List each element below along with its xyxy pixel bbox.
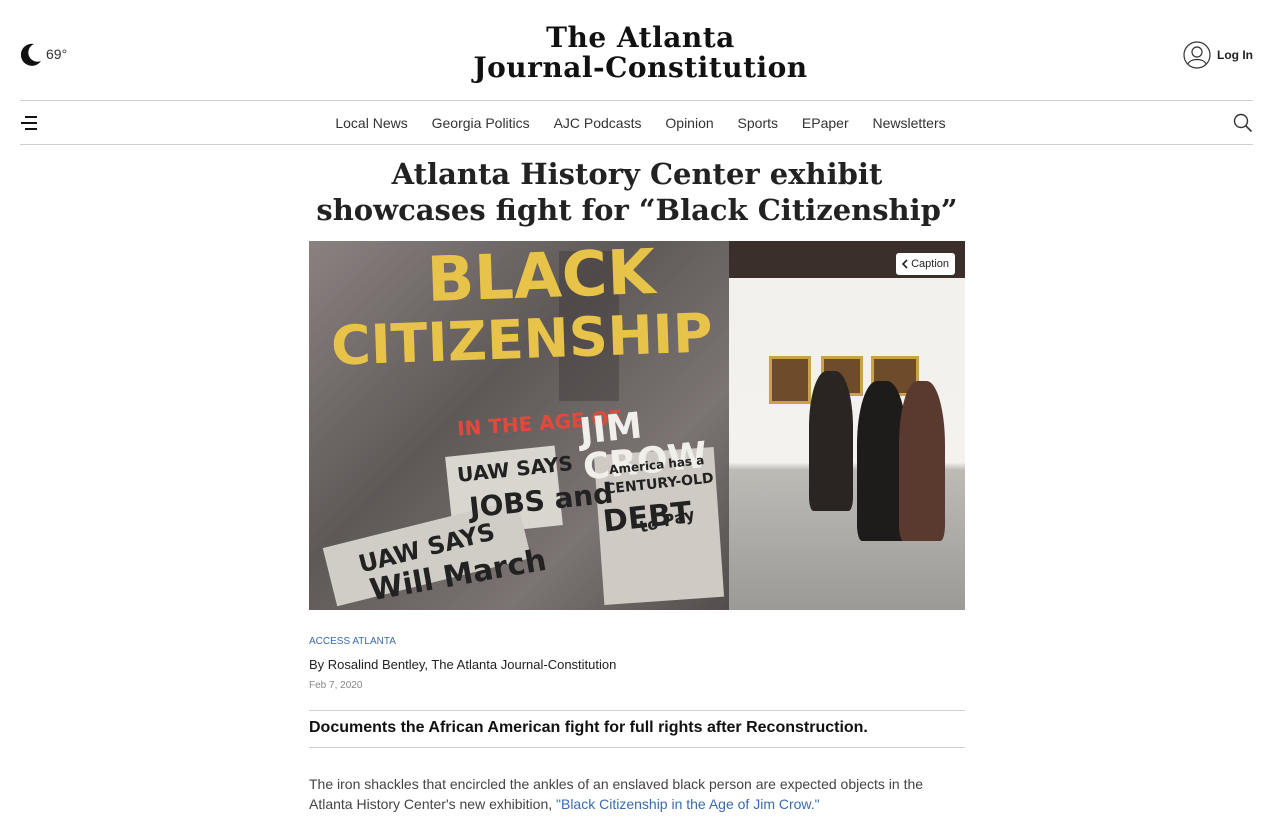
main-nav: Local News Georgia Politics AJC Podcasts…	[0, 101, 1281, 144]
nav-sports[interactable]: Sports	[738, 115, 778, 131]
site-header: 69° The Atlanta Journal-Constitution Log…	[0, 0, 1281, 100]
nav-georgia-politics[interactable]: Georgia Politics	[432, 115, 530, 131]
article-headline: Atlanta History Center exhibit showcases…	[316, 157, 958, 227]
lead-photo[interactable]: BLACK CITIZENSHIP IN THE AGE OF JIM CROW…	[309, 241, 965, 610]
subhead-bottom-rule	[309, 747, 965, 748]
sign-black: BLACK	[425, 241, 657, 316]
logo-line-1: The Atlanta	[546, 21, 735, 54]
nav-epaper[interactable]: EPaper	[802, 115, 849, 131]
sign-jim-crow: JIM CROW	[577, 405, 710, 489]
section-label[interactable]: ACCESS ATLANTA	[309, 636, 396, 647]
search-icon	[1233, 113, 1253, 133]
nav-newsletters[interactable]: Newsletters	[873, 115, 946, 131]
exhibit-signs: BLACK CITIZENSHIP IN THE AGE OF JIM CROW…	[309, 241, 749, 610]
painting-1	[769, 356, 811, 404]
byline: By Rosalind Bentley, The Atlanta Journal…	[309, 657, 617, 672]
nav-ajc-podcasts[interactable]: AJC Podcasts	[554, 115, 642, 131]
nav-opinion[interactable]: Opinion	[665, 115, 713, 131]
logo-line-2: Journal-Constitution	[473, 51, 808, 84]
search-button[interactable]	[1233, 113, 1253, 138]
visitor-1	[809, 371, 853, 511]
caption-label: Caption	[911, 258, 949, 270]
caption-button[interactable]: Caption	[896, 253, 955, 275]
article-paragraph: The iron shackles that encircled the ank…	[309, 774, 965, 814]
nav-local-news[interactable]: Local News	[335, 115, 407, 131]
visitor-3	[899, 381, 945, 541]
gallery-room	[729, 241, 965, 610]
login-button[interactable]: Log In	[1183, 41, 1253, 69]
nav-links: Local News Georgia Politics AJC Podcasts…	[0, 115, 1281, 131]
subhead-top-rule	[309, 710, 965, 711]
user-icon	[1183, 41, 1211, 69]
site-logo[interactable]: The Atlanta Journal-Constitution	[0, 24, 1281, 82]
login-label: Log In	[1217, 48, 1253, 62]
exhibition-link[interactable]: "Black Citizenship in the Age of Jim Cro…	[556, 796, 820, 812]
nav-divider	[20, 144, 1253, 145]
chevron-left-icon	[902, 259, 908, 269]
sign-citizenship: CITIZENSHIP	[329, 301, 714, 378]
article-subhead: Documents the African American fight for…	[309, 719, 868, 736]
publish-date: Feb 7, 2020	[309, 680, 363, 691]
